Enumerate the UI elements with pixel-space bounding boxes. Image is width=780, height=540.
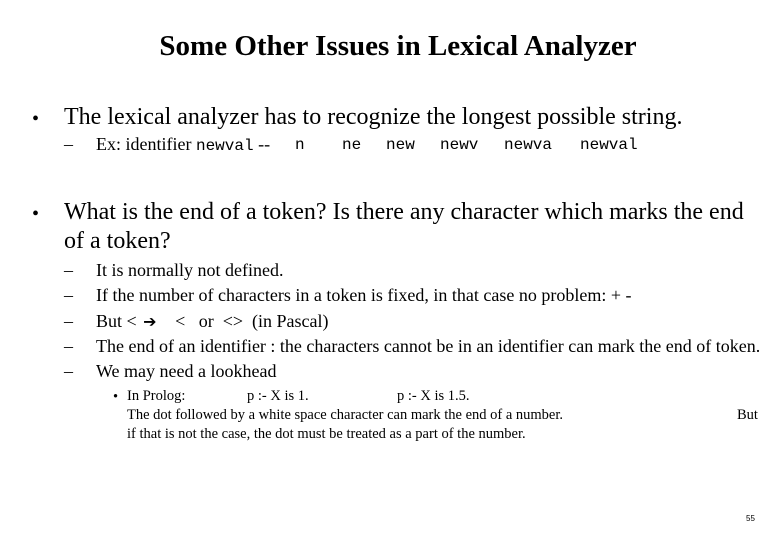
sub-item: It is normally not defined. (96, 260, 284, 280)
prolog-label: In Prolog: (127, 388, 186, 404)
seq-4: newva (504, 136, 553, 154)
pascal-rest: < or <> (in Pascal) (175, 311, 329, 331)
pascal-prefix: But < (96, 311, 137, 331)
sub-item: The end of an identifier : the character… (96, 336, 761, 356)
seq-5: newval (580, 136, 638, 154)
bullet-icon: • (32, 108, 40, 130)
sub-item-pascal: But < ➔ < or <> (in Pascal) (96, 311, 329, 332)
dash-icon: – (64, 361, 73, 381)
dash-icon: – (64, 260, 73, 280)
bullet2-line1: What is the end of a token? Is there any… (64, 199, 744, 225)
slide-title: Some Other Issues in Lexical Analyzer (159, 30, 637, 62)
right-arrow-icon: ➔ (143, 312, 157, 331)
seq-3: newv (440, 136, 479, 154)
sub-item: We may need a lookhead (96, 361, 277, 381)
prolog-line2-tail: But (737, 407, 758, 423)
example-sep: -- (258, 134, 271, 154)
seq-2: new (386, 136, 415, 154)
dash-icon: – (64, 311, 73, 331)
small-bullet-icon: • (113, 389, 119, 405)
bullet-icon: • (32, 203, 40, 225)
example-identifier: newval (195, 137, 254, 155)
seq-1: ne (342, 136, 362, 154)
dash-icon: – (64, 336, 73, 356)
dash-icon: – (64, 134, 73, 154)
prolog-example-2: p :- X is 1.5. (397, 388, 470, 404)
dash-icon: – (64, 285, 73, 305)
sub-item: If the number of characters in a token i… (96, 285, 632, 305)
example-line: Ex: identifier newval -- (96, 134, 270, 155)
prolog-example-1: p :- X is 1. (247, 388, 309, 404)
seq-0: n (295, 136, 305, 154)
example-prefix: Ex: identifier (96, 134, 192, 154)
prolog-line3: if that is not the case, the dot must be… (127, 426, 526, 442)
bullet1-text: The lexical analyzer has to recognize th… (64, 104, 683, 130)
page-number: 55 (746, 514, 755, 523)
bullet2-line2: of a token? (64, 228, 171, 254)
prolog-line2: The dot followed by a white space charac… (127, 407, 564, 423)
